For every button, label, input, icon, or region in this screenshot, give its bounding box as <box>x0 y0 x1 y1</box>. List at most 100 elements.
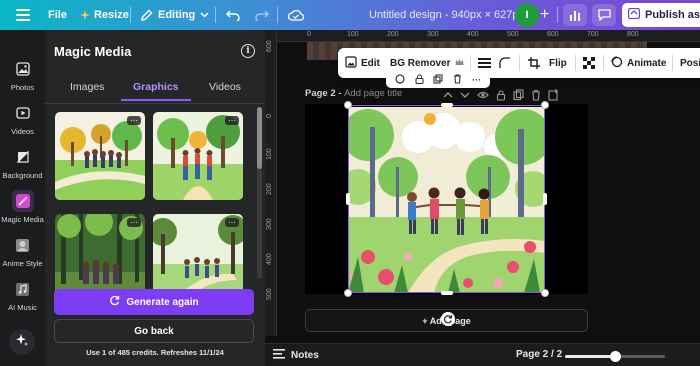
magic-media-icon <box>11 190 34 212</box>
ruler-label: 100 <box>266 148 273 160</box>
crop-icon[interactable] <box>528 48 540 78</box>
rail-item-videos[interactable]: Videos <box>0 102 45 136</box>
info-icon[interactable]: i <box>241 44 255 58</box>
crown-icon <box>627 7 641 22</box>
more-options-icon[interactable]: ··· <box>472 75 481 85</box>
more-options-icon[interactable]: … <box>225 115 239 125</box>
page-number-label: Page 2 - <box>305 88 345 99</box>
lock-icon[interactable] <box>496 89 506 101</box>
rail-label: AI Music <box>8 303 37 312</box>
resize-handle[interactable] <box>346 193 350 205</box>
divider <box>557 7 558 23</box>
ruler-label: 0 <box>266 114 273 118</box>
rail-item-anime-style[interactable]: Anime Style <box>0 234 45 268</box>
zoom-slider[interactable] <box>565 351 665 362</box>
add-page-icon[interactable] <box>548 89 559 101</box>
canvas-area[interactable]: 0 100 200 300 400 500 600 700 800 600 0 … <box>265 30 700 336</box>
element-mini-toolbar: ··· <box>386 71 490 88</box>
notes-icon <box>273 349 285 362</box>
flip-button[interactable]: Flip <box>549 48 567 78</box>
lock-icon[interactable] <box>415 71 424 89</box>
resize-handle[interactable] <box>541 101 549 109</box>
edit-button[interactable]: Edit <box>345 48 380 78</box>
panel-scrollbar[interactable] <box>257 107 262 279</box>
document-title[interactable]: Untitled design - 940px × 627px <box>369 0 524 30</box>
divider <box>575 55 576 71</box>
page-count[interactable]: Page 2 / 2 <box>516 349 562 360</box>
cloud-saved-icon[interactable] <box>288 0 304 30</box>
resize-handle[interactable] <box>541 289 549 297</box>
more-options-icon[interactable]: … <box>225 217 239 227</box>
ruler-horizontal: 0 100 200 300 400 500 600 700 800 <box>277 30 700 42</box>
more-options-icon[interactable]: … <box>127 115 141 125</box>
graphic-thumbnail[interactable]: … <box>55 112 145 200</box>
undo-icon[interactable] <box>226 0 240 30</box>
position-button[interactable]: Position <box>680 48 700 78</box>
divider <box>277 7 278 23</box>
ruler-vertical: 600 0 100 200 300 400 500 <box>265 30 277 336</box>
rail-item-photos[interactable]: Photos <box>0 58 45 92</box>
insights-chart-icon[interactable] <box>563 4 587 26</box>
active-tab-indicator <box>121 99 191 101</box>
edit-image-icon <box>345 55 357 71</box>
tab-graphics[interactable]: Graphics <box>133 81 179 93</box>
animate-button[interactable]: Animate <box>611 48 666 78</box>
rail-item-background[interactable]: Background <box>0 146 45 180</box>
rotate-icon[interactable] <box>441 312 455 326</box>
rail-item-ai-music[interactable]: AI Music <box>0 278 45 312</box>
chevron-down-icon[interactable] <box>460 89 470 101</box>
resize-handle[interactable] <box>344 101 352 109</box>
resize-handle[interactable] <box>344 289 352 297</box>
chevron-up-icon[interactable] <box>443 89 453 101</box>
ruler-label: 400 <box>266 253 273 265</box>
editing-mode-button[interactable]: Editing <box>140 0 209 30</box>
page-title-placeholder[interactable]: Add page title <box>344 88 402 99</box>
avatar[interactable]: I <box>515 3 539 27</box>
ruler-label: 300 <box>266 218 273 230</box>
notes-button[interactable]: Notes <box>273 349 319 362</box>
rail-label: Photos <box>10 83 35 92</box>
visibility-icon[interactable] <box>477 89 489 101</box>
more-options-icon[interactable]: … <box>127 217 141 227</box>
resize-handle[interactable] <box>441 291 453 295</box>
resize-handle[interactable] <box>543 193 547 205</box>
file-menu[interactable]: File <box>48 0 67 30</box>
ruler-label: 200 <box>387 31 399 38</box>
tab-videos[interactable]: Videos <box>209 81 241 93</box>
transparency-icon[interactable] <box>583 48 595 78</box>
zoom-slider-knob[interactable] <box>610 351 621 362</box>
go-back-button[interactable]: Go back <box>54 319 254 343</box>
page-title-row[interactable]: Page 2 - Add page title <box>305 88 402 99</box>
menu-icon[interactable] <box>16 0 30 30</box>
graphic-thumbnail[interactable]: … <box>153 112 243 200</box>
resize-handle[interactable] <box>441 103 453 107</box>
add-collaborator-icon[interactable]: + <box>540 0 549 30</box>
duplicate-page-icon[interactable] <box>513 89 524 101</box>
resize-label: Resize <box>94 9 129 21</box>
corner-rounding-icon[interactable] <box>499 48 511 78</box>
ruler-label: 400 <box>467 31 479 38</box>
redo-icon[interactable] <box>255 0 269 30</box>
rail-label: Magic Media <box>1 215 44 224</box>
ruler-label: 700 <box>587 31 599 38</box>
rail-label: Videos <box>11 127 34 136</box>
tab-images[interactable]: Images <box>70 81 104 93</box>
divider <box>519 55 520 71</box>
divider <box>45 103 265 104</box>
pencil-icon <box>140 9 153 22</box>
delete-page-icon[interactable] <box>531 89 541 101</box>
comment-icon[interactable] <box>592 4 616 26</box>
delete-icon[interactable] <box>453 71 462 89</box>
generate-again-button[interactable]: Generate again <box>54 289 254 315</box>
resize-button[interactable]: Resize <box>80 0 129 30</box>
ai-music-icon <box>12 278 34 300</box>
refresh-icon <box>109 295 120 309</box>
ai-edit-icon[interactable] <box>395 71 405 89</box>
duplicate-icon[interactable] <box>433 71 444 89</box>
publish-button[interactable]: Publish as Brand Template <box>622 3 700 27</box>
ruler-label: 500 <box>266 288 273 300</box>
scroll-thumb[interactable] <box>257 107 262 169</box>
magic-media-panel: Magic Media i Images Graphics Videos … …… <box>45 30 265 366</box>
magic-sparkle-button[interactable] <box>9 329 35 355</box>
rail-item-magic-media[interactable]: Magic Media <box>0 190 45 224</box>
